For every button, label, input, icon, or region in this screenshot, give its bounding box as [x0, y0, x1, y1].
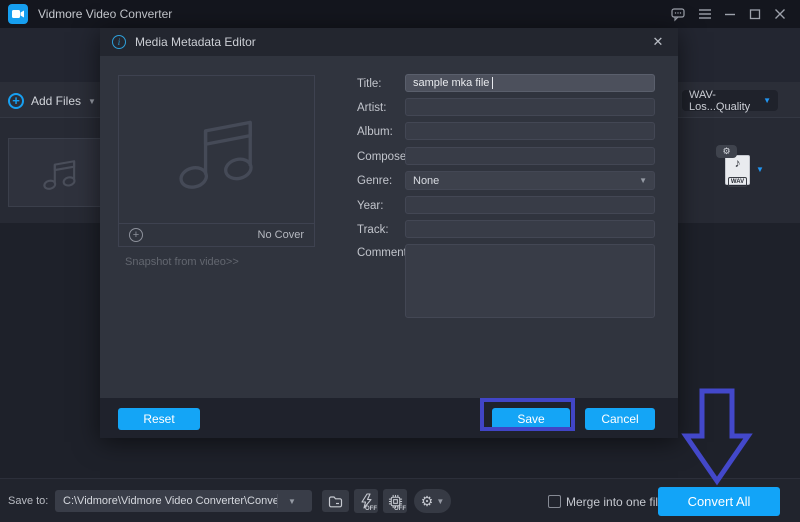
year-label: Year: [357, 200, 405, 212]
close-button[interactable] [770, 4, 790, 24]
comments-label: Comments: [357, 247, 405, 259]
format-caret-icon: ▼ [763, 96, 771, 105]
dialog-title: Media Metadata Editor [135, 35, 256, 49]
album-label: Album: [357, 126, 405, 138]
path-caret-icon: ▼ [278, 497, 306, 506]
titlebar: Vidmore Video Converter [0, 0, 800, 28]
wav-format-badge: WAV [728, 177, 747, 187]
cover-music-note-icon [169, 98, 264, 198]
hardware-acceleration-button[interactable]: OFF [354, 489, 378, 513]
track-field[interactable] [405, 220, 655, 238]
reset-button[interactable]: Reset [118, 408, 200, 430]
output-file-icon[interactable]: ♪ WAV [725, 155, 750, 185]
merge-checkbox[interactable] [548, 495, 561, 508]
app-logo-icon [8, 4, 28, 24]
open-folder-button[interactable] [322, 490, 349, 512]
maximize-button[interactable] [745, 4, 765, 24]
feedback-icon[interactable] [668, 4, 688, 24]
save-highlight-annotation [480, 398, 575, 431]
output-format-value: WAV-Los...Quality [689, 89, 763, 113]
title-label: Title: [357, 78, 405, 90]
down-arrow-annotation [676, 386, 758, 486]
menu-icon[interactable] [695, 4, 715, 24]
dialog-header: i Media Metadata Editor ✕ [100, 28, 678, 56]
composer-label: Composer: [357, 151, 405, 163]
settings-caret-icon: ▼ [436, 497, 444, 506]
add-cover-button[interactable]: + [129, 228, 143, 242]
file-settings-gear-icon[interactable]: ⚙ [716, 145, 737, 158]
no-cover-label: No Cover [258, 229, 304, 241]
genre-caret-icon: ▼ [639, 176, 647, 185]
text-cursor [492, 77, 493, 89]
cancel-button[interactable]: Cancel [585, 408, 655, 430]
snapshot-from-video-link[interactable]: Snapshot from video>> [125, 256, 239, 268]
genre-dropdown[interactable]: None ▼ [405, 171, 655, 190]
chip-off-label: OFF [394, 506, 406, 512]
cover-strip: + No Cover [119, 223, 314, 246]
info-icon: i [112, 35, 126, 49]
add-files-button[interactable]: + Add Files ▼ [8, 90, 96, 112]
track-label: Track: [357, 224, 405, 236]
save-to-label: Save to: [8, 495, 48, 507]
settings-button[interactable]: ⚙ ▼ [414, 489, 451, 513]
minimize-button[interactable] [720, 4, 740, 24]
composer-field[interactable] [405, 147, 655, 165]
merge-label: Merge into one file [566, 495, 665, 509]
folder-icon [330, 497, 342, 507]
gpu-acceleration-button[interactable]: OFF [383, 489, 407, 513]
music-note-icon [38, 152, 80, 194]
output-file-caret-icon[interactable]: ▼ [756, 165, 764, 174]
genre-label: Genre: [357, 175, 405, 187]
window-title: Vidmore Video Converter [38, 7, 172, 21]
dialog-close-icon[interactable]: ✕ [650, 34, 666, 50]
file-note-icon: ♪ [726, 156, 749, 170]
media-metadata-editor-dialog: i Media Metadata Editor ✕ + No Cover Sna… [100, 28, 678, 438]
flash-off-label: OFF [365, 506, 377, 512]
convert-all-button[interactable]: Convert All [658, 487, 780, 516]
gear-icon: ⚙ [421, 493, 434, 510]
output-format-dropdown[interactable]: WAV-Los...Quality ▼ [682, 90, 778, 111]
app-window: Vidmore Video Converter + Add Files ▼ WA… [0, 0, 800, 522]
album-field[interactable] [405, 122, 655, 140]
artist-field[interactable] [405, 98, 655, 116]
save-path-dropdown[interactable]: C:\Vidmore\Vidmore Video Converter\Conve… [55, 490, 312, 512]
cover-art-box: + No Cover [118, 75, 315, 247]
dialog-footer: Reset Save Cancel [100, 398, 678, 438]
add-files-caret-icon: ▼ [88, 97, 96, 106]
artist-label: Artist: [357, 102, 405, 114]
genre-value: None [413, 175, 439, 187]
media-thumbnail[interactable] [8, 138, 110, 207]
year-field[interactable] [405, 196, 655, 214]
save-path-value: C:\Vidmore\Vidmore Video Converter\Conve… [55, 495, 277, 507]
title-field[interactable] [405, 74, 655, 92]
add-plus-icon: + [8, 93, 24, 109]
add-files-label: Add Files [31, 94, 81, 108]
comments-field[interactable] [405, 244, 655, 318]
